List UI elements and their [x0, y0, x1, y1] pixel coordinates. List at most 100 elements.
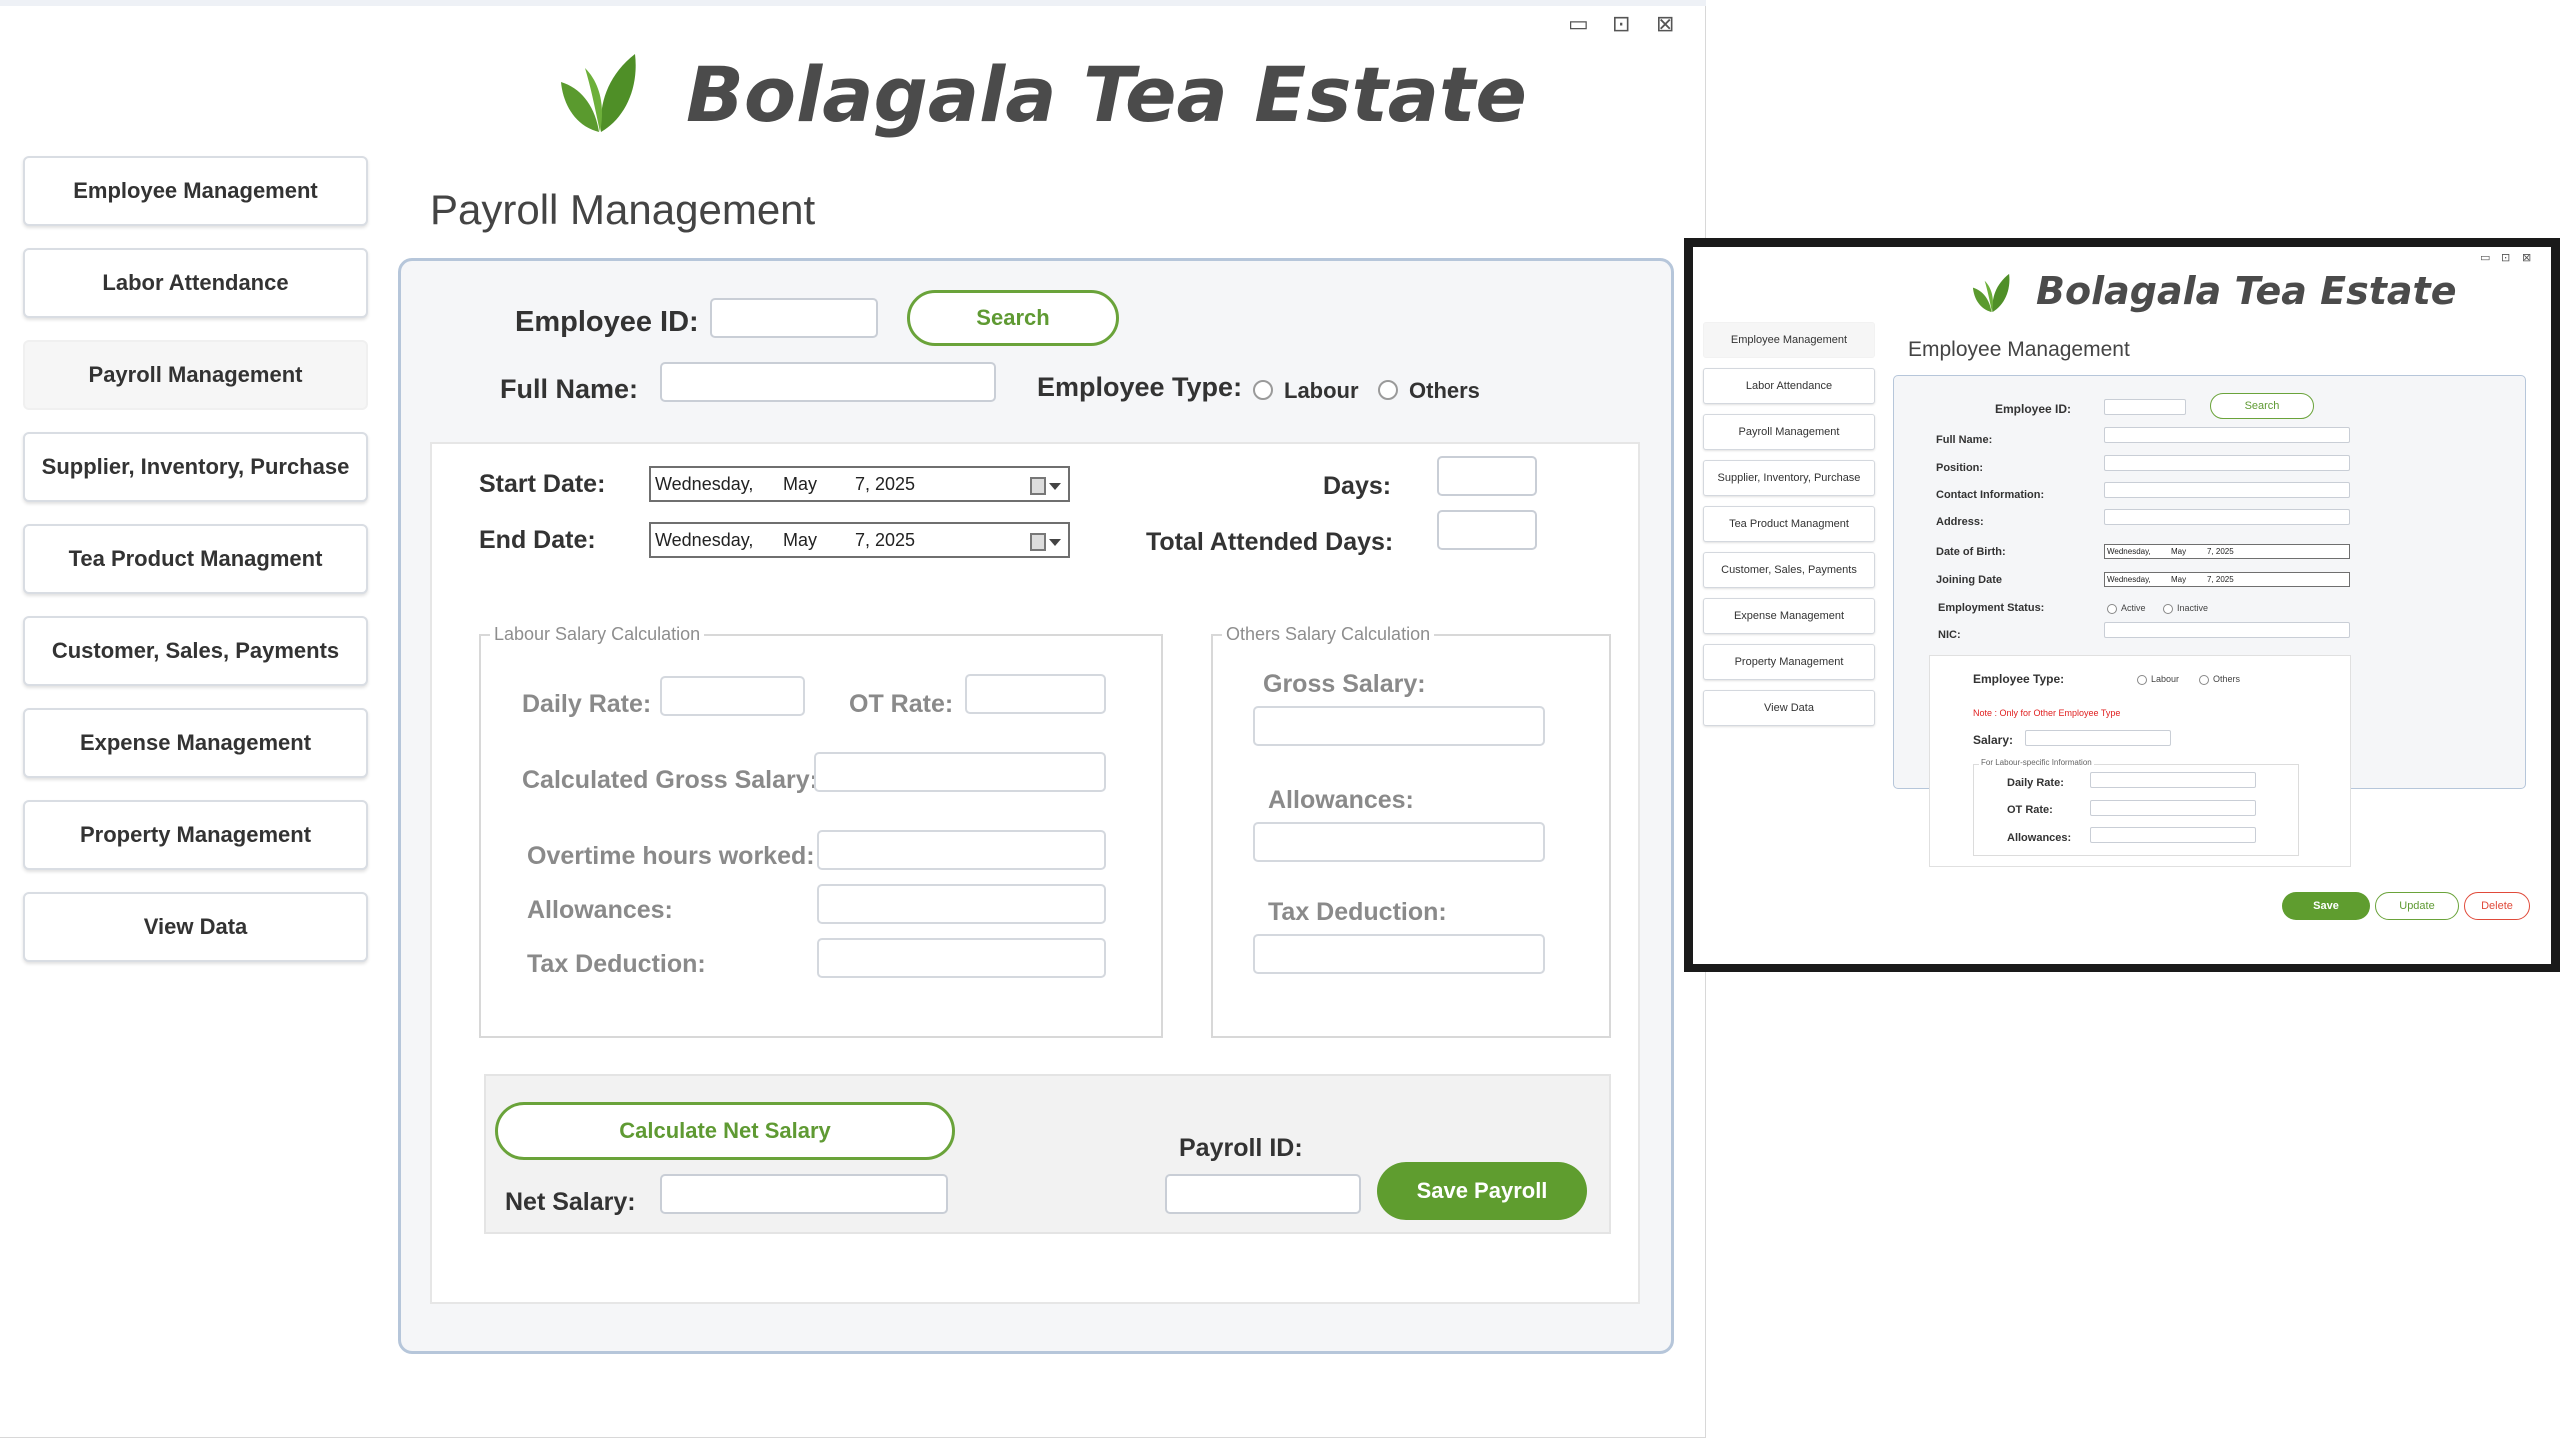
sidebar-item-label: Expense Management [1733, 610, 1845, 622]
sidebar-item-labor-attendance[interactable]: Labor Attendance [23, 248, 368, 318]
employee-type-others-radio[interactable] [1378, 380, 1398, 400]
nic-label: NIC: [1938, 629, 1961, 641]
payroll-id-input[interactable] [1165, 1174, 1361, 1214]
sidebar-item-label: Property Management [1734, 656, 1844, 668]
sidebar-item-view-data[interactable]: View Data [23, 892, 368, 962]
employee-id-input[interactable] [2104, 399, 2186, 415]
sidebar-item-expense-management[interactable]: Expense Management [23, 708, 368, 778]
employee-id-input[interactable] [710, 298, 878, 338]
position-input[interactable] [2104, 455, 2350, 471]
end-date-picker[interactable]: Wednesday, May 7, 2025 [649, 522, 1070, 558]
joining-day: Wednesday, [2107, 575, 2151, 584]
ot-rate-input[interactable] [965, 674, 1106, 714]
salary-label: Salary: [1973, 733, 2014, 747]
calculated-gross-label: Calculated Gross Salary: [522, 766, 818, 794]
sidebar-item-property-management[interactable]: Property Management [23, 800, 368, 870]
total-attended-days-label: Total Attended Days: [1146, 528, 1394, 556]
joining-date-picker[interactable]: Wednesday, May 7, 2025 [2104, 572, 2350, 587]
sidebar-item-label: Customer, Sales, Payments [1721, 564, 1857, 576]
calendar-dropdown-icon[interactable] [1030, 474, 1062, 498]
save-button[interactable]: Save [2282, 892, 2370, 920]
background-strip [0, 0, 1706, 6]
others-tax-input[interactable] [1253, 934, 1545, 974]
nic-input[interactable] [2104, 622, 2350, 638]
labour-allowances-input[interactable] [817, 884, 1106, 924]
close-icon[interactable]: ⊠ [1656, 12, 1674, 37]
end-date-day: Wednesday, [655, 529, 754, 550]
labour-allowances-label: Allowances: [527, 896, 673, 924]
others-tax-label: Tax Deduction: [1268, 898, 1447, 926]
gross-salary-input[interactable] [1253, 706, 1545, 746]
dob-picker[interactable]: Wednesday, May 7, 2025 [2104, 544, 2350, 559]
brand-title: Bolagala Tea Estate [686, 50, 1527, 139]
tea-leaf-icon [1972, 273, 2010, 313]
labour-tax-input[interactable] [817, 938, 1106, 978]
tea-leaf-icon [561, 54, 636, 132]
calculated-gross-input[interactable] [814, 752, 1106, 792]
sidebar-item-tea-product[interactable]: Tea Product Managment [1703, 506, 1875, 542]
days-input[interactable] [1437, 456, 1537, 496]
close-icon[interactable]: ⊠ [2522, 251, 2531, 264]
employee-id-label: Employee ID: [1995, 402, 2072, 416]
restore-icon[interactable]: ⊡ [2501, 251, 2510, 264]
daily-rate-label: Daily Rate: [522, 690, 652, 718]
sidebar-item-label: Payroll Management [1738, 426, 1840, 438]
sidebar-item-label: Labor Attendance [102, 270, 289, 295]
sidebar-item-label: Property Management [79, 822, 312, 847]
others-allowances-label: Allowances: [1268, 786, 1414, 814]
allowances-input[interactable] [2090, 827, 2256, 843]
sidebar-item-label: Labor Attendance [1745, 380, 1833, 392]
restore-icon[interactable]: ⊡ [1612, 12, 1630, 37]
sidebar-item-employee-management[interactable]: Employee Management [23, 156, 368, 226]
calendar-dropdown-icon[interactable] [1030, 530, 1062, 554]
labour-salary-group-title: Labour Salary Calculation [490, 624, 705, 645]
delete-button[interactable]: Delete [2464, 892, 2530, 920]
search-button[interactable]: Search [2210, 393, 2314, 419]
start-date-picker[interactable]: Wednesday, May 7, 2025 [649, 466, 1070, 502]
contact-input[interactable] [2104, 482, 2350, 498]
calculate-net-salary-button[interactable]: Calculate Net Salary [495, 1102, 955, 1160]
sidebar-item-labor-attendance[interactable]: Labor Attendance [1703, 368, 1875, 404]
ot-rate-input[interactable] [2090, 800, 2256, 816]
employee-type-labour-label: Labour [1284, 378, 1359, 403]
sidebar-item-view-data[interactable]: View Data [1703, 690, 1875, 726]
search-button[interactable]: Search [907, 290, 1119, 346]
sidebar-item-payroll-management[interactable]: Payroll Management [23, 340, 368, 410]
status-active-radio[interactable] [2107, 604, 2117, 614]
sidebar-item-property-management[interactable]: Property Management [1703, 644, 1875, 680]
full-name-input[interactable] [2104, 427, 2350, 443]
sidebar-item-supplier-inventory-purchase[interactable]: Supplier, Inventory, Purchase [1703, 460, 1875, 496]
overtime-hours-input[interactable] [817, 830, 1106, 870]
update-button[interactable]: Update [2375, 892, 2459, 920]
address-input[interactable] [2104, 509, 2350, 525]
days-label: Days: [1323, 472, 1392, 500]
type-others-radio[interactable] [2199, 675, 2209, 685]
employee-management-window: ▭ ⊡ ⊠ Bolagala Tea Estate Employee Manag… [1693, 247, 2551, 964]
total-attended-days-input[interactable] [1437, 510, 1537, 550]
sidebar-item-supplier-inventory-purchase[interactable]: Supplier, Inventory, Purchase [23, 432, 368, 502]
employee-type-labour-radio[interactable] [1253, 380, 1273, 400]
end-date-label: End Date: [479, 526, 596, 554]
sidebar-item-tea-product[interactable]: Tea Product Managment [23, 524, 368, 594]
employee-type-label: Employee Type: [1037, 372, 1243, 402]
joining-month: May [2171, 575, 2187, 584]
overtime-hours-label: Overtime hours worked: [527, 842, 815, 870]
full-name-input[interactable] [660, 362, 996, 402]
payroll-id-label: Payroll ID: [1179, 1134, 1303, 1162]
sidebar-item-payroll-management[interactable]: Payroll Management [1703, 414, 1875, 450]
daily-rate-input[interactable] [2090, 772, 2256, 788]
daily-rate-input[interactable] [660, 676, 805, 716]
net-salary-input[interactable] [660, 1174, 948, 1214]
minimize-icon[interactable]: ▭ [1568, 12, 1589, 37]
minimize-icon[interactable]: ▭ [2480, 251, 2490, 264]
sidebar-item-employee-management[interactable]: Employee Management [1703, 322, 1875, 358]
joining-date-label: Joining Date [1936, 574, 2003, 586]
sidebar-item-expense-management[interactable]: Expense Management [1703, 598, 1875, 634]
others-allowances-input[interactable] [1253, 822, 1545, 862]
sidebar-item-customer-sales[interactable]: Customer, Sales, Payments [1703, 552, 1875, 588]
type-labour-radio[interactable] [2137, 675, 2147, 685]
salary-input[interactable] [2025, 730, 2171, 746]
save-payroll-button[interactable]: Save Payroll [1377, 1162, 1587, 1220]
sidebar-item-customer-sales[interactable]: Customer, Sales, Payments [23, 616, 368, 686]
status-inactive-radio[interactable] [2163, 604, 2173, 614]
